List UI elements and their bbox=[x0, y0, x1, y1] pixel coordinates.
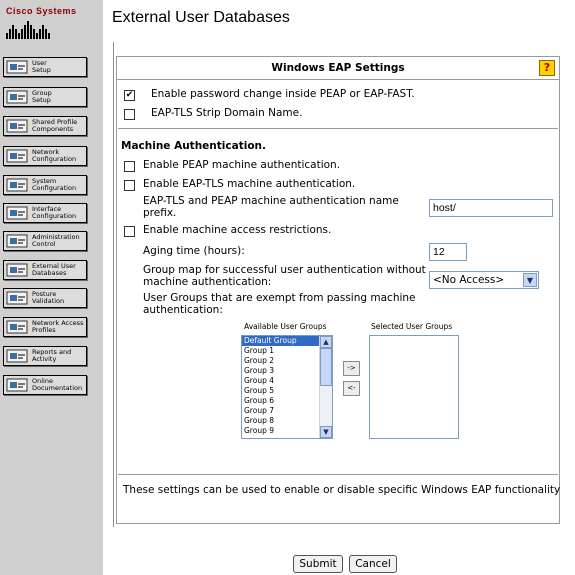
nav-button-user-setup[interactable]: User Setup bbox=[3, 57, 87, 77]
external-db-icon bbox=[6, 263, 28, 277]
network-config-icon bbox=[6, 149, 28, 163]
peap-machine-checkbox[interactable] bbox=[124, 161, 135, 172]
chevron-down-icon[interactable]: ▼ bbox=[523, 273, 537, 287]
nap-icon bbox=[6, 320, 28, 334]
cisco-bars-icon bbox=[6, 19, 96, 39]
access-restrictions-label: Enable machine access restrictions. bbox=[143, 224, 332, 236]
nav-button-docs[interactable]: Online Documentation bbox=[3, 375, 87, 395]
nav-label: Shared Profile Components bbox=[32, 118, 78, 133]
nav-label: Reports and Activity bbox=[32, 348, 72, 363]
move-right-button[interactable]: -> bbox=[343, 361, 360, 376]
cancel-button[interactable]: Cancel bbox=[349, 555, 397, 573]
cisco-logo: Cisco Systems bbox=[6, 6, 96, 40]
nav-button-admin-control[interactable]: Administration Control bbox=[3, 231, 87, 251]
nav-label: User Setup bbox=[32, 59, 51, 74]
strip-domain-checkbox[interactable] bbox=[124, 109, 135, 120]
nav-button-network-config[interactable]: Network Configuration bbox=[3, 146, 87, 166]
nav-label: System Configuration bbox=[32, 177, 77, 192]
admin-control-icon bbox=[6, 234, 28, 248]
nav-label: External User Databases bbox=[32, 262, 76, 277]
nav-button-external-db[interactable]: External User Databases bbox=[3, 260, 87, 280]
nav-label: Administration Control bbox=[32, 233, 80, 248]
nav-label: Network Access Profiles bbox=[32, 319, 84, 334]
submit-button[interactable]: Submit bbox=[293, 555, 343, 573]
name-prefix-label: EAP-TLS and PEAP machine authentication … bbox=[143, 195, 399, 219]
settings-panel: Windows EAP Settings ? ✔ Enable password… bbox=[116, 56, 560, 524]
scrollbar[interactable]: ▲ ▼ bbox=[319, 336, 332, 438]
panel-title: Windows EAP Settings bbox=[271, 62, 405, 74]
tls-machine-label: Enable EAP-TLS machine authentication. bbox=[143, 178, 356, 190]
docs-icon bbox=[6, 378, 28, 392]
selected-groups-list[interactable] bbox=[369, 335, 459, 439]
access-restrictions-checkbox[interactable] bbox=[124, 226, 135, 237]
group-map-value: <No Access> bbox=[433, 274, 505, 286]
scroll-down-icon[interactable]: ▼ bbox=[320, 426, 332, 438]
nav-label: Posture Validation bbox=[32, 290, 65, 305]
panel-header: Windows EAP Settings ? bbox=[117, 57, 559, 80]
scroll-thumb[interactable] bbox=[320, 348, 332, 386]
selected-groups-title: Selected User Groups bbox=[371, 322, 453, 331]
nav-button-shared-profile[interactable]: Shared Profile Components bbox=[3, 116, 87, 136]
reports-icon bbox=[6, 349, 28, 363]
group-setup-icon bbox=[6, 90, 28, 104]
nav-button-reports[interactable]: Reports and Activity bbox=[3, 346, 87, 366]
password-change-label: Enable password change inside PEAP or EA… bbox=[151, 88, 415, 100]
system-config-icon bbox=[6, 178, 28, 192]
peap-machine-label: Enable PEAP machine authentication. bbox=[143, 159, 341, 171]
nav-label: Group Setup bbox=[32, 89, 52, 104]
shared-profile-icon bbox=[6, 119, 28, 133]
page-title: External User Databases bbox=[112, 9, 290, 26]
available-groups-list[interactable]: Default Group Group 1 Group 2 Group 3 Group … bbox=[241, 335, 333, 439]
posture-icon bbox=[6, 291, 28, 305]
footer-note: These settings can be used to enable or … bbox=[123, 484, 561, 496]
nav-button-interface-config[interactable]: Interface Configuration bbox=[3, 203, 87, 223]
exempt-groups-label: User Groups that are exempt from passing… bbox=[143, 292, 416, 316]
group-map-label: Group map for successful user authentica… bbox=[143, 264, 426, 288]
user-setup-icon bbox=[6, 60, 28, 74]
password-change-checkbox[interactable]: ✔ bbox=[124, 90, 135, 101]
available-groups-title: Available User Groups bbox=[244, 322, 327, 331]
nav-label: Network Configuration bbox=[32, 148, 77, 163]
left-nav-panel: Cisco Systems User Setup Group Setup Share… bbox=[0, 0, 103, 575]
brand-name: Cisco Systems bbox=[6, 6, 77, 16]
aging-time-input[interactable] bbox=[429, 243, 467, 261]
move-left-button[interactable]: <- bbox=[343, 381, 360, 396]
group-map-select[interactable]: <No Access> ▼ bbox=[429, 271, 539, 289]
nav-button-nap[interactable]: Network Access Profiles bbox=[3, 317, 87, 337]
aging-time-label: Aging time (hours): bbox=[143, 245, 245, 257]
scroll-up-icon[interactable]: ▲ bbox=[320, 336, 332, 348]
nav-button-posture[interactable]: Posture Validation bbox=[3, 288, 87, 308]
help-icon[interactable]: ? bbox=[539, 60, 555, 76]
nav-button-group-setup[interactable]: Group Setup bbox=[3, 87, 87, 107]
nav-button-system-config[interactable]: System Configuration bbox=[3, 175, 87, 195]
separator bbox=[118, 128, 558, 129]
separator bbox=[118, 474, 558, 475]
nav-label: Online Documentation bbox=[32, 377, 83, 392]
interface-config-icon bbox=[6, 206, 28, 220]
tls-machine-checkbox[interactable] bbox=[124, 180, 135, 191]
machine-auth-heading: Machine Authentication. bbox=[121, 140, 267, 152]
name-prefix-input[interactable] bbox=[429, 199, 553, 217]
nav-label: Interface Configuration bbox=[32, 205, 77, 220]
strip-domain-label: EAP-TLS Strip Domain Name. bbox=[151, 107, 303, 119]
